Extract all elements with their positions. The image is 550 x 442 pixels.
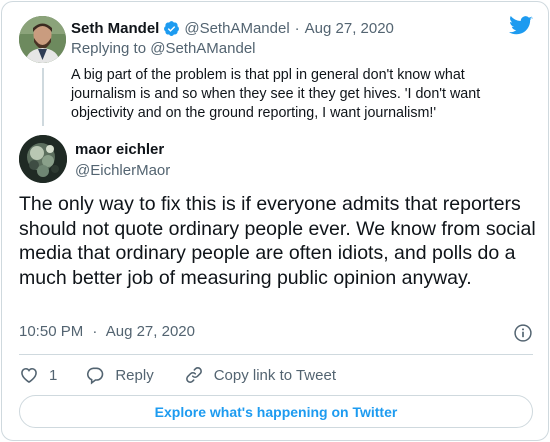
thread-connector-line <box>42 68 44 126</box>
verified-badge-icon <box>164 20 180 36</box>
parent-author-handle[interactable]: @SethAMandel <box>184 20 289 37</box>
twitter-bird-icon[interactable] <box>509 16 533 36</box>
main-author-name[interactable]: maor eichler <box>75 141 164 158</box>
tweet-actions: 1 Reply Copy link to Tweet <box>19 364 366 386</box>
replying-to-line: Replying to @SethAMandel <box>71 40 256 57</box>
parent-avatar[interactable] <box>19 16 66 63</box>
copy-link-label: Copy link to Tweet <box>213 366 336 384</box>
reply-bubble-icon <box>87 367 104 385</box>
info-icon[interactable] <box>513 323 533 343</box>
like-button[interactable]: 1 <box>19 365 57 385</box>
explore-twitter-button[interactable]: Explore what's happening on Twitter <box>19 395 533 428</box>
reply-button[interactable]: Reply <box>85 365 154 385</box>
tweet-time[interactable]: 10:50 PM <box>19 323 83 340</box>
parent-tweet-header: Seth Mandel @SethAMandel · Aug 27, 2020 <box>71 18 394 38</box>
main-avatar[interactable] <box>19 135 67 183</box>
separator-dot: · <box>294 19 300 37</box>
main-tweet-text: The only way to fix this is if everyone … <box>19 193 536 289</box>
tweet-embed-card: Seth Mandel @SethAMandel · Aug 27, 2020 … <box>1 1 549 441</box>
heart-icon <box>21 367 37 384</box>
main-tweet-timestamp[interactable]: 10:50 PM · Aug 27, 2020 <box>19 323 195 340</box>
link-icon <box>185 367 202 383</box>
copy-link-button[interactable]: Copy link to Tweet <box>184 365 336 385</box>
like-count: 1 <box>49 366 58 384</box>
replying-to-handle[interactable]: @SethAMandel <box>150 40 255 57</box>
parent-tweet-date[interactable]: Aug 27, 2020 <box>305 20 394 37</box>
separator-dot: · <box>92 323 98 340</box>
actions-divider <box>19 354 533 355</box>
main-author-handle[interactable]: @EichlerMaor <box>75 162 170 179</box>
parent-tweet-text: A big part of the problem is that ppl in… <box>71 67 481 121</box>
replying-prefix: Replying to <box>71 40 147 57</box>
tweet-date[interactable]: Aug 27, 2020 <box>106 323 195 340</box>
reply-label: Reply <box>115 366 154 384</box>
parent-author-name[interactable]: Seth Mandel <box>71 20 159 37</box>
